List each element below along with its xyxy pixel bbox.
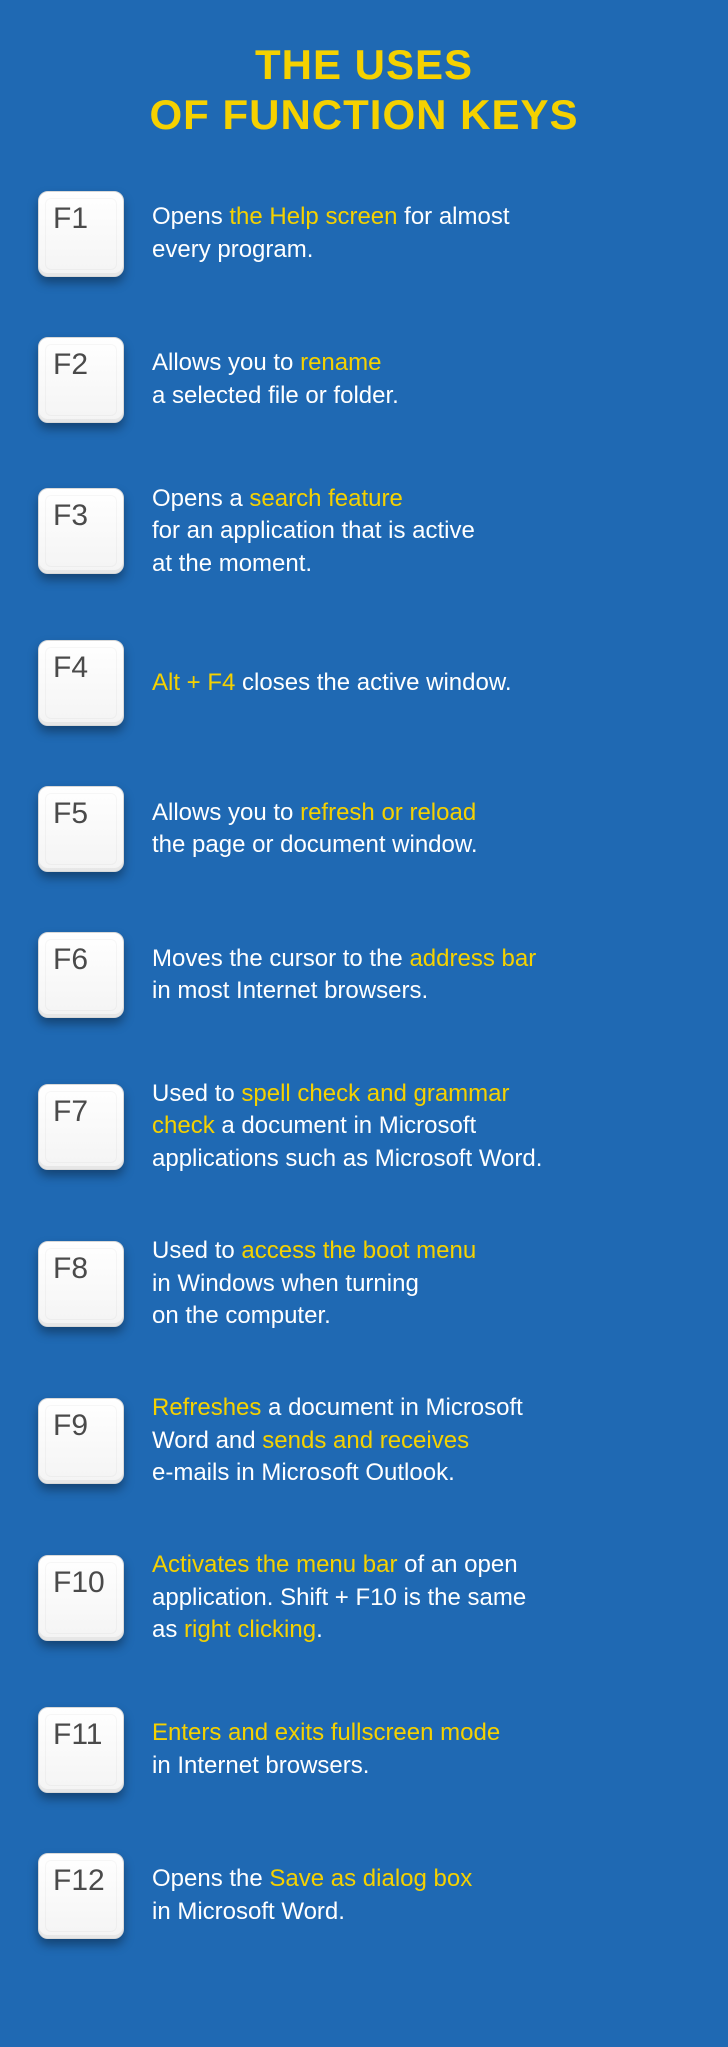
highlight-text: Activates the menu bar: [152, 1551, 397, 1578]
keycap-f11: F11: [38, 1707, 124, 1793]
keycap-label: F5: [53, 797, 88, 831]
keycap-label: F2: [53, 348, 88, 382]
plain-text: of an open: [397, 1551, 517, 1578]
plain-text: on the computer.: [152, 1302, 331, 1329]
function-key-row: F9 Refreshes a document in Microsoft Word …: [38, 1392, 690, 1489]
keycap-f1: F1: [38, 191, 124, 277]
plain-text: Allows you to: [152, 799, 300, 826]
plain-text: Opens a: [152, 485, 249, 512]
keycap-label: F12: [53, 1864, 105, 1898]
key-description: Opens the Save as dialog box in Microsoft…: [152, 1863, 690, 1928]
key-description: Used to access the boot menu in Windows w…: [152, 1235, 690, 1332]
key-description: Alt + F4 closes the active window.: [152, 667, 690, 699]
function-key-row: F7 Used to spell check and grammar check a…: [38, 1078, 690, 1175]
key-description: Enters and exits fullscreen mode in Inter…: [152, 1717, 690, 1782]
title-line-1: THE USES: [255, 41, 473, 88]
plain-text: in Internet browsers.: [152, 1752, 369, 1779]
keycap-f6: F6: [38, 932, 124, 1018]
keycap-f4: F4: [38, 640, 124, 726]
highlight-text: check: [152, 1112, 215, 1139]
keycap-f7: F7: [38, 1084, 124, 1170]
plain-text: Allows you to: [152, 349, 300, 376]
function-key-row: F5 Allows you to refresh or reload the pag…: [38, 786, 690, 872]
function-key-row: F2 Allows you to rename a selected file or…: [38, 337, 690, 423]
plain-text: Opens: [152, 203, 229, 230]
plain-text: a document in Microsoft: [261, 1394, 522, 1421]
keycap-label: F8: [53, 1252, 88, 1286]
highlight-text: Enters and exits fullscreen mode: [152, 1719, 500, 1746]
plain-text: Used to: [152, 1237, 241, 1264]
highlight-text: right clicking: [184, 1616, 316, 1643]
plain-text: a selected file or folder.: [152, 382, 399, 409]
highlight-text: refresh or reload: [300, 799, 476, 826]
highlight-text: spell check and grammar: [241, 1080, 509, 1107]
highlight-text: rename: [300, 349, 381, 376]
keycap-f9: F9: [38, 1398, 124, 1484]
highlight-text: Refreshes: [152, 1394, 261, 1421]
key-description: Allows you to rename a selected file or f…: [152, 347, 690, 412]
plain-text: for an application that is active: [152, 517, 475, 544]
plain-text: the page or document window.: [152, 831, 478, 858]
keycap-label: F3: [53, 499, 88, 533]
function-key-row: F1 Opens the Help screen for almost every …: [38, 191, 690, 277]
plain-text: application. Shift + F10 is the same: [152, 1584, 526, 1611]
plain-text: .: [316, 1616, 323, 1643]
title-line-2: OF FUNCTION KEYS: [149, 91, 578, 138]
plain-text: in most Internet browsers.: [152, 977, 428, 1004]
function-key-row: F8 Used to access the boot menu in Windows…: [38, 1235, 690, 1332]
function-key-row: F12 Opens the Save as dialog box in Micros…: [38, 1853, 690, 1939]
plain-text: in Microsoft Word.: [152, 1898, 345, 1925]
plain-text: a document in Microsoft: [215, 1112, 476, 1139]
keycap-f2: F2: [38, 337, 124, 423]
plain-text: closes the active window.: [235, 669, 511, 696]
plain-text: Word and: [152, 1427, 262, 1454]
keycap-f5: F5: [38, 786, 124, 872]
plain-text: for almost: [397, 203, 509, 230]
function-key-row: F4 Alt + F4 closes the active window.: [38, 640, 690, 726]
keycap-f3: F3: [38, 488, 124, 574]
highlight-text: Alt + F4: [152, 669, 235, 696]
key-description: Moves the cursor to the address bar in mo…: [152, 943, 690, 1008]
highlight-text: sends and receives: [262, 1427, 469, 1454]
keycap-label: F1: [53, 202, 88, 236]
keycap-label: F4: [53, 651, 88, 685]
key-description: Allows you to refresh or reload the page …: [152, 797, 690, 862]
plain-text: at the moment.: [152, 550, 312, 577]
key-description: Used to spell check and grammar check a d…: [152, 1078, 690, 1175]
key-description: Activates the menu bar of an open applica…: [152, 1549, 690, 1646]
key-description: Opens a search feature for an application…: [152, 483, 690, 580]
highlight-text: search feature: [249, 485, 402, 512]
keycap-label: F7: [53, 1095, 88, 1129]
keycap-label: F11: [53, 1718, 102, 1752]
function-key-row: F10 Activates the menu bar of an open appl…: [38, 1549, 690, 1646]
function-key-row: F6 Moves the cursor to the address bar in …: [38, 932, 690, 1018]
keycap-label: F10: [53, 1566, 105, 1600]
keycap-f8: F8: [38, 1241, 124, 1327]
function-key-row: F11 Enters and exits fullscreen mode in In…: [38, 1707, 690, 1793]
keycap-f10: F10: [38, 1555, 124, 1641]
keycap-label: F9: [53, 1409, 88, 1443]
plain-text: e-mails in Microsoft Outlook.: [152, 1459, 455, 1486]
keycap-label: F6: [53, 943, 88, 977]
plain-text: Opens the: [152, 1865, 269, 1892]
function-key-row: F3 Opens a search feature for an applicati…: [38, 483, 690, 580]
plain-text: in Windows when turning: [152, 1270, 419, 1297]
highlight-text: address bar: [409, 945, 536, 972]
keycap-f12: F12: [38, 1853, 124, 1939]
function-key-list: F1 Opens the Help screen for almost every …: [38, 191, 690, 1939]
highlight-text: the Help screen: [229, 203, 397, 230]
highlight-text: access the boot menu: [241, 1237, 476, 1264]
plain-text: every program.: [152, 236, 313, 263]
page-title: THE USES OF FUNCTION KEYS: [38, 40, 690, 141]
highlight-text: Save as dialog box: [269, 1865, 472, 1892]
plain-text: applications such as Microsoft Word.: [152, 1145, 542, 1172]
key-description: Refreshes a document in Microsoft Word an…: [152, 1392, 690, 1489]
plain-text: Used to: [152, 1080, 241, 1107]
key-description: Opens the Help screen for almost every pr…: [152, 201, 690, 266]
plain-text: Moves the cursor to the: [152, 945, 409, 972]
plain-text: as: [152, 1616, 184, 1643]
